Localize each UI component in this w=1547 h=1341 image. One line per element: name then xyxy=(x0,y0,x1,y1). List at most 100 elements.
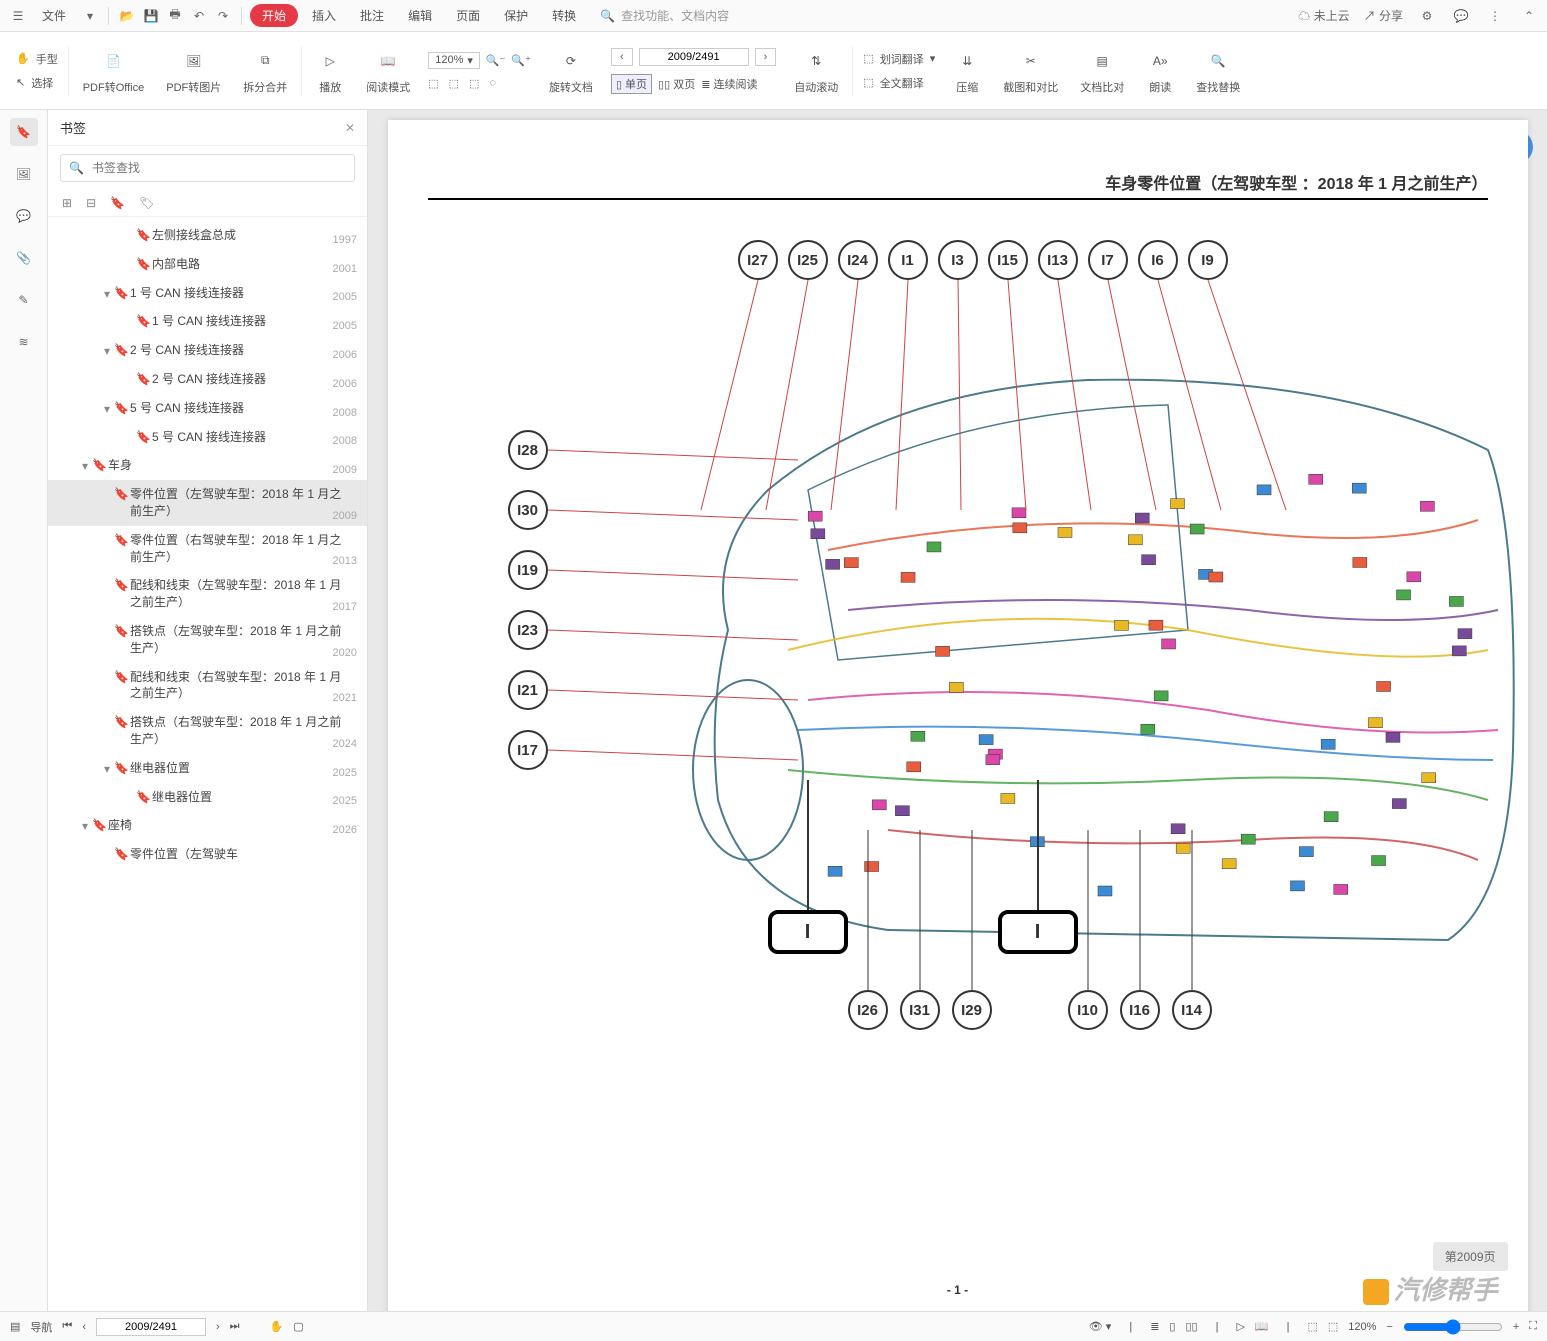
prev-page-btn[interactable]: ‹ xyxy=(611,48,633,66)
bookmark-add-icon[interactable]: 🏷 xyxy=(139,196,154,210)
auto-scroll[interactable]: ⇅自动滚动 xyxy=(784,43,848,99)
thumbnail-panel-icon[interactable]: 🖼 xyxy=(10,160,38,188)
bookmark-toggle-icon[interactable] xyxy=(100,486,114,488)
page-input[interactable] xyxy=(639,48,749,66)
pdf-to-office[interactable]: 📄PDF转Office xyxy=(73,43,155,99)
expand-all-icon[interactable]: ⊞ xyxy=(62,196,72,210)
sb-double-icon[interactable]: ▯▯ xyxy=(1185,1320,1197,1333)
tab-annotate[interactable]: 批注 xyxy=(350,3,394,28)
sb-panel-icon[interactable]: ▤ xyxy=(10,1320,20,1333)
close-sidebar-icon[interactable]: ✕ xyxy=(345,121,355,135)
tab-edit[interactable]: 编辑 xyxy=(398,3,442,28)
zoom-in-icon[interactable]: 🔍⁺ xyxy=(511,54,531,67)
bookmark-toggle-icon[interactable] xyxy=(100,623,114,625)
read-aloud[interactable]: A»朗读 xyxy=(1136,43,1184,99)
bookmark-item[interactable]: ▾ 🔖 2 号 CAN 接线连接器 2006 xyxy=(48,336,367,365)
tab-protect[interactable]: 保护 xyxy=(494,3,538,28)
compress[interactable]: ⇊压缩 xyxy=(943,43,991,99)
undo-icon[interactable]: ↶ xyxy=(189,6,209,26)
select-tool[interactable]: ↖ 选择 xyxy=(16,75,58,91)
bookmark-toggle-icon[interactable] xyxy=(122,789,136,791)
zoom-select[interactable]: 120% ▾ xyxy=(428,52,480,69)
menu-icon[interactable]: ☰ xyxy=(8,6,28,26)
zoom-out-icon[interactable]: 🔍⁻ xyxy=(486,54,506,67)
cloud-status[interactable]: ☁ 未上云 xyxy=(1298,7,1349,24)
bookmark-toggle-icon[interactable]: ▾ xyxy=(100,285,114,301)
sb-zoom-slider[interactable] xyxy=(1403,1319,1503,1335)
tab-convert[interactable]: 转换 xyxy=(542,3,586,28)
bookmark-toggle-icon[interactable] xyxy=(100,577,114,579)
sb-single-icon[interactable]: ▯ xyxy=(1169,1320,1175,1333)
sb-next-icon[interactable]: › xyxy=(216,1321,220,1333)
sb-prev-icon[interactable]: ‹ xyxy=(82,1321,86,1333)
sb-play-icon[interactable]: ▷ xyxy=(1236,1320,1244,1333)
file-menu[interactable]: 文件 xyxy=(32,3,76,28)
collapse-icon[interactable]: ⌃ xyxy=(1519,6,1539,26)
global-search[interactable]: 🔍 查找功能、文档内容 xyxy=(600,7,1294,24)
bookmark-toggle-icon[interactable]: ▾ xyxy=(100,400,114,416)
attachment-panel-icon[interactable]: 📎 xyxy=(10,244,38,272)
chat-icon[interactable]: 💬 xyxy=(1451,6,1471,26)
bookmark-item[interactable]: 🔖 配线和线束（右驾驶车型：2018 年 1 月之前生产） 2021 xyxy=(48,663,367,709)
gear-icon[interactable]: ⚙ xyxy=(1417,6,1437,26)
document-viewport[interactable]: 🤖 车身零件位置（左驾驶车型 ：2018 年 1 月之前生产） I27I25I2… xyxy=(368,110,1547,1311)
more-icon[interactable]: ⋮ xyxy=(1485,6,1505,26)
next-page-btn[interactable]: › xyxy=(755,48,777,66)
sb-note-icon[interactable]: ▢ xyxy=(293,1320,303,1333)
actual-size-icon[interactable]: ⬚ xyxy=(469,77,479,90)
collapse-all-icon[interactable]: ⊟ xyxy=(86,196,96,210)
bookmark-item[interactable]: 🔖 配线和线束（左驾驶车型：2018 年 1 月之前生产） 2017 xyxy=(48,571,367,617)
bookmark-tool-icon[interactable]: 🔖 xyxy=(110,196,125,210)
print-icon[interactable]: 🖶 xyxy=(165,6,185,26)
sb-first-icon[interactable]: ⏮ xyxy=(62,1320,72,1333)
bookmark-toggle-icon[interactable] xyxy=(100,532,114,534)
sb-fullscreen-icon[interactable]: ⛶ xyxy=(1529,1320,1537,1333)
bookmark-item[interactable]: 🔖 零件位置（左驾驶车型：2018 年 1 月之前生产） 2009 xyxy=(48,480,367,526)
sb-zoom-out-icon[interactable]: − xyxy=(1386,1321,1392,1333)
bookmark-item[interactable]: 🔖 零件位置（右驾驶车型：2018 年 1 月之前生产） 2013 xyxy=(48,526,367,572)
marquee-icon[interactable]: ◌ xyxy=(489,77,496,89)
screenshot-compare[interactable]: ✂截图和对比 xyxy=(993,43,1068,99)
pdf-to-image[interactable]: 🖼PDF转图片 xyxy=(156,43,231,99)
layers-panel-icon[interactable]: ≋ xyxy=(10,328,38,356)
bookmark-panel-icon[interactable]: 🔖 xyxy=(10,118,38,146)
bookmark-item[interactable]: ▾ 🔖 5 号 CAN 接线连接器 2008 xyxy=(48,394,367,423)
tab-start[interactable]: 开始 xyxy=(250,4,298,27)
sb-fit1-icon[interactable]: ⬚ xyxy=(1307,1320,1317,1333)
split-merge[interactable]: ⧉拆分合并 xyxy=(233,43,297,99)
bookmark-item[interactable]: ▾ 🔖 座椅 2026 xyxy=(48,811,367,840)
chevron-down-icon[interactable]: ▾ xyxy=(80,6,100,26)
bookmark-item[interactable]: 🔖 内部电路 2001 xyxy=(48,250,367,279)
bookmark-toggle-icon[interactable]: ▾ xyxy=(100,342,114,358)
bookmark-toggle-icon[interactable] xyxy=(100,846,114,848)
signature-panel-icon[interactable]: ✎ xyxy=(10,286,38,314)
bookmark-toggle-icon[interactable] xyxy=(122,227,136,229)
sb-fit2-icon[interactable]: ⬚ xyxy=(1328,1320,1338,1333)
text-compare[interactable]: ▤文档比对 xyxy=(1070,43,1134,99)
bookmark-toggle-icon[interactable] xyxy=(122,429,136,431)
bookmark-item[interactable]: ▾ 🔖 车身 2009 xyxy=(48,451,367,480)
bookmark-item[interactable]: ▾ 🔖 1 号 CAN 接线连接器 2005 xyxy=(48,279,367,308)
read-mode[interactable]: 📖阅读模式 xyxy=(356,43,420,99)
bookmark-item[interactable]: 🔖 搭铁点（左驾驶车型：2018 年 1 月之前生产） 2020 xyxy=(48,617,367,663)
bookmark-toggle-icon[interactable]: ▾ xyxy=(78,457,92,473)
tab-insert[interactable]: 插入 xyxy=(302,3,346,28)
bookmark-item[interactable]: 🔖 继电器位置 2025 xyxy=(48,783,367,812)
sb-hand-icon[interactable]: ✋ xyxy=(270,1320,284,1333)
sb-eye-icon[interactable]: 👁 ▾ xyxy=(1089,1320,1112,1333)
bookmark-toggle-icon[interactable]: ▾ xyxy=(100,760,114,776)
find-replace[interactable]: 🔍查找替换 xyxy=(1186,43,1250,99)
open-icon[interactable]: 📂 xyxy=(117,6,137,26)
single-page-btn[interactable]: ▯ 单页 xyxy=(611,74,652,94)
bookmark-toggle-icon[interactable] xyxy=(122,371,136,373)
bookmark-toggle-icon[interactable]: ▾ xyxy=(78,817,92,833)
bookmark-toggle-icon[interactable] xyxy=(122,313,136,315)
bookmark-search[interactable]: 🔍 xyxy=(60,154,355,182)
redo-icon[interactable]: ↷ xyxy=(213,6,233,26)
bookmark-toggle-icon[interactable] xyxy=(122,256,136,258)
full-translate[interactable]: ⬚ 全文翻译 xyxy=(863,75,935,91)
save-icon[interactable]: 💾 xyxy=(141,6,161,26)
rotate-doc[interactable]: ⟳旋转文档 xyxy=(539,43,603,99)
bookmark-item[interactable]: 🔖 搭铁点（右驾驶车型：2018 年 1 月之前生产） 2024 xyxy=(48,708,367,754)
bookmark-toggle-icon[interactable] xyxy=(100,714,114,716)
